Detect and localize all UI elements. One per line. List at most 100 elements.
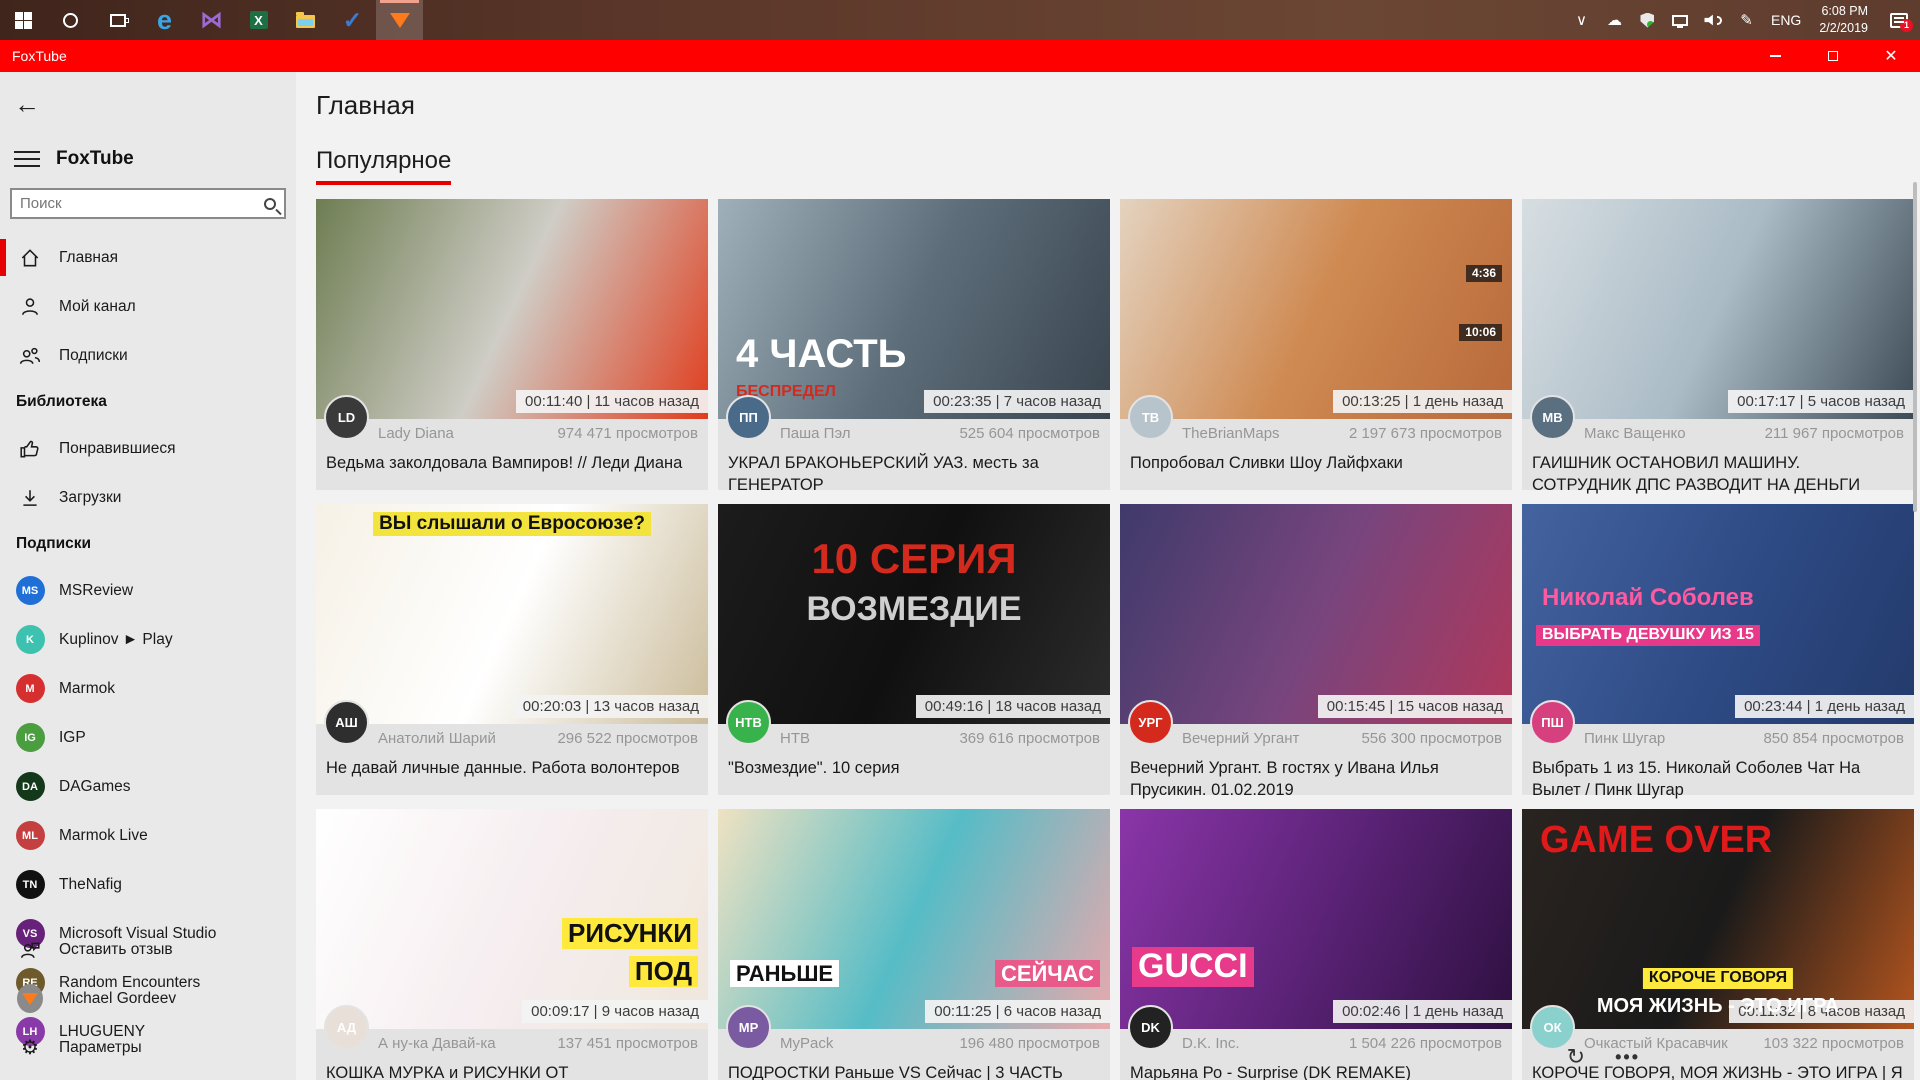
sidebar-item-settings[interactable]: ⚙ Параметры — [0, 1023, 296, 1072]
channel-avatar[interactable]: ПШ — [1530, 700, 1575, 745]
video-title[interactable]: ГАИШНИК ОСТАНОВИЛ МАШИНУ. СОТРУДНИК ДПС … — [1532, 452, 1904, 497]
video-card[interactable]: 00:11:32 | 8 часов назад GAME OVERКОРОЧЕ… — [1522, 809, 1914, 1080]
channel-name[interactable]: Паша Пэл — [780, 425, 851, 442]
sidebar-subscription-item[interactable]: MS MSReview — [0, 566, 296, 615]
video-thumbnail[interactable]: 00:11:40 | 11 часов назад — [316, 199, 708, 419]
channel-name[interactable]: TheBrianMaps — [1182, 425, 1280, 442]
sidebar-item-liked[interactable]: Понравившиеся — [0, 424, 296, 473]
video-card[interactable]: 00:09:17 | 9 часов назад РИСУНКИПОД АД А… — [316, 809, 708, 1080]
network-icon[interactable] — [1664, 0, 1697, 40]
hamburger-menu-icon[interactable] — [14, 151, 40, 167]
file-explorer-icon[interactable] — [282, 0, 329, 40]
video-thumbnail[interactable]: 00:13:25 | 1 день назад 4:3610:06 — [1120, 199, 1512, 419]
channel-name[interactable]: MyPack — [780, 1035, 833, 1052]
video-title[interactable]: УКРАЛ БРАКОНЬЕРСКИЙ УАЗ. месть за ГЕНЕРА… — [728, 452, 1100, 497]
channel-name[interactable]: Анатолий Шарий — [378, 730, 496, 747]
video-card[interactable]: 00:11:40 | 11 часов назад LD Lady Diana … — [316, 199, 708, 490]
sidebar-item-downloads[interactable]: Загрузки — [0, 473, 296, 522]
cortana-icon[interactable] — [47, 0, 94, 40]
back-button[interactable]: ← — [14, 86, 54, 122]
language-indicator[interactable]: ENG — [1763, 12, 1809, 28]
video-card[interactable]: 00:23:35 | 7 часов назад 4 ЧАСТЬБЕСПРЕДЕ… — [718, 199, 1110, 490]
video-thumbnail[interactable]: 00:11:32 | 8 часов назад GAME OVERКОРОЧЕ… — [1522, 809, 1914, 1029]
tray-chevron-icon[interactable]: ∨ — [1565, 0, 1598, 40]
task-view-icon[interactable] — [94, 0, 141, 40]
video-thumbnail[interactable]: 00:23:44 | 1 день назад Николай СоболевВ… — [1522, 504, 1914, 724]
video-card[interactable]: 00:11:25 | 6 часов назад РАНЬШЕСЕЙЧАС MP… — [718, 809, 1110, 1080]
video-thumbnail[interactable]: 00:09:17 | 9 часов назад РИСУНКИПОД — [316, 809, 708, 1029]
pen-icon[interactable]: ✎ — [1730, 0, 1763, 40]
video-thumbnail[interactable]: 00:02:46 | 1 день назад GUCCI — [1120, 809, 1512, 1029]
refresh-icon[interactable]: ↻ — [1567, 1044, 1585, 1070]
channel-avatar[interactable]: УРГ — [1128, 700, 1173, 745]
channel-avatar[interactable]: DK — [1128, 1005, 1173, 1050]
video-title[interactable]: Выбрать 1 из 15. Николай Соболев Чат На … — [1532, 757, 1904, 802]
defender-icon[interactable] — [1631, 0, 1664, 40]
video-title[interactable]: Марьяна Ро - Surprise (DK REMAKE) (ПАРОД… — [1130, 1062, 1502, 1080]
channel-name[interactable]: НТВ — [780, 730, 810, 747]
channel-avatar[interactable]: LD — [324, 395, 369, 440]
sidebar-subscription-item[interactable]: K Kuplinov ► Play — [0, 615, 296, 664]
video-card[interactable]: 00:49:16 | 18 часов назад 10 СЕРИЯВОЗМЕЗ… — [718, 504, 1110, 795]
video-card[interactable]: 00:23:44 | 1 день назад Николай СоболевВ… — [1522, 504, 1914, 795]
channel-name[interactable]: А ну-ка Давай-ка — [378, 1035, 496, 1052]
visual-studio-icon[interactable]: ⋈ — [188, 0, 235, 40]
vertical-scrollbar[interactable] — [1913, 182, 1917, 512]
edge-icon[interactable]: e — [141, 0, 188, 40]
search-input[interactable] — [20, 195, 264, 212]
volume-icon[interactable] — [1697, 0, 1730, 40]
channel-avatar[interactable]: TB — [1128, 395, 1173, 440]
video-title[interactable]: КОШКА МУРКА и РИСУНКИ ОТ ПОДПИСЧИКОВ! КО… — [326, 1062, 698, 1080]
channel-name[interactable]: D.K. Inc. — [1182, 1035, 1240, 1052]
video-thumbnail[interactable]: 00:49:16 | 18 часов назад 10 СЕРИЯВОЗМЕЗ… — [718, 504, 1110, 724]
sidebar-subscription-item[interactable]: DA DAGames — [0, 762, 296, 811]
video-thumbnail[interactable]: 00:23:35 | 7 часов назад 4 ЧАСТЬБЕСПРЕДЕ… — [718, 199, 1110, 419]
sidebar-subscription-item[interactable]: TN TheNafig — [0, 860, 296, 909]
action-center-icon[interactable]: 1 — [1878, 0, 1920, 40]
channel-avatar[interactable]: АД — [324, 1005, 369, 1050]
onedrive-icon[interactable]: ☁ — [1598, 0, 1631, 40]
video-thumbnail[interactable]: 00:17:17 | 5 часов назад — [1522, 199, 1914, 419]
todo-icon[interactable]: ✓ — [329, 0, 376, 40]
video-title[interactable]: Ведьма заколдовала Вампиров! // Леди Диа… — [326, 452, 698, 474]
channel-avatar[interactable]: НТВ — [726, 700, 771, 745]
channel-avatar[interactable]: АШ — [324, 700, 369, 745]
start-button-icon[interactable] — [0, 0, 47, 40]
sidebar-item-home[interactable]: Главная — [0, 233, 296, 282]
channel-avatar[interactable]: МВ — [1530, 395, 1575, 440]
sidebar-item-feedback[interactable]: Оставить отзыв — [0, 925, 296, 974]
video-title[interactable]: Вечерний Ургант. В гостях у Ивана Илья П… — [1130, 757, 1502, 802]
excel-icon[interactable]: X — [235, 0, 282, 40]
video-card[interactable]: 00:13:25 | 1 день назад 4:3610:06 TB The… — [1120, 199, 1512, 490]
channel-avatar[interactable]: ПП — [726, 395, 771, 440]
video-title[interactable]: "Возмездие". 10 серия — [728, 757, 1100, 779]
video-card[interactable]: 00:02:46 | 1 день назад GUCCI DK D.K. In… — [1120, 809, 1512, 1080]
channel-name[interactable]: Lady Diana — [378, 425, 454, 442]
video-thumbnail[interactable]: 00:20:03 | 13 часов назад ВЫ слышали о Е… — [316, 504, 708, 724]
video-card[interactable]: 00:15:45 | 15 часов назад УРГ Вечерний У… — [1120, 504, 1512, 795]
foxtube-taskbar-icon[interactable] — [376, 0, 423, 40]
sidebar-item-subscriptions[interactable]: Подписки — [0, 331, 296, 380]
sidebar-subscription-item[interactable]: M Marmok — [0, 664, 296, 713]
channel-name[interactable]: Вечерний Ургант — [1182, 730, 1299, 747]
clock[interactable]: 6:08 PM 2/2/2019 — [1809, 3, 1878, 37]
channel-name[interactable]: Макс Ващенко — [1584, 425, 1686, 442]
search-icon[interactable] — [264, 198, 276, 210]
video-thumbnail[interactable]: 00:11:25 | 6 часов назад РАНЬШЕСЕЙЧАС — [718, 809, 1110, 1029]
channel-avatar[interactable]: MP — [726, 1005, 771, 1050]
video-title[interactable]: Не давай личные данные. Работа волонтеро… — [326, 757, 698, 779]
video-title[interactable]: ПОДРОСТКИ Раньше VS Сейчас | 3 ЧАСТЬ — [728, 1062, 1100, 1080]
minimize-button[interactable] — [1746, 40, 1804, 72]
maximize-button[interactable] — [1804, 40, 1862, 72]
sidebar-subscription-item[interactable]: IG IGP — [0, 713, 296, 762]
video-title[interactable]: Попробовал Сливки Шоу Лайфхаки — [1130, 452, 1502, 474]
video-thumbnail[interactable]: 00:15:45 | 15 часов назад — [1120, 504, 1512, 724]
channel-name[interactable]: Пинк Шугар — [1584, 730, 1665, 747]
video-card[interactable]: 00:17:17 | 5 часов назад МВ Макс Ващенко… — [1522, 199, 1914, 490]
close-button[interactable]: ✕ — [1862, 40, 1920, 72]
more-options-icon[interactable]: ••• — [1615, 1047, 1640, 1068]
video-card[interactable]: 00:20:03 | 13 часов назад ВЫ слышали о Е… — [316, 504, 708, 795]
search-box[interactable] — [10, 188, 286, 219]
sidebar-item-my-channel[interactable]: Мой канал — [0, 282, 296, 331]
sidebar-item-account[interactable]: Michael Gordeev — [0, 974, 296, 1023]
